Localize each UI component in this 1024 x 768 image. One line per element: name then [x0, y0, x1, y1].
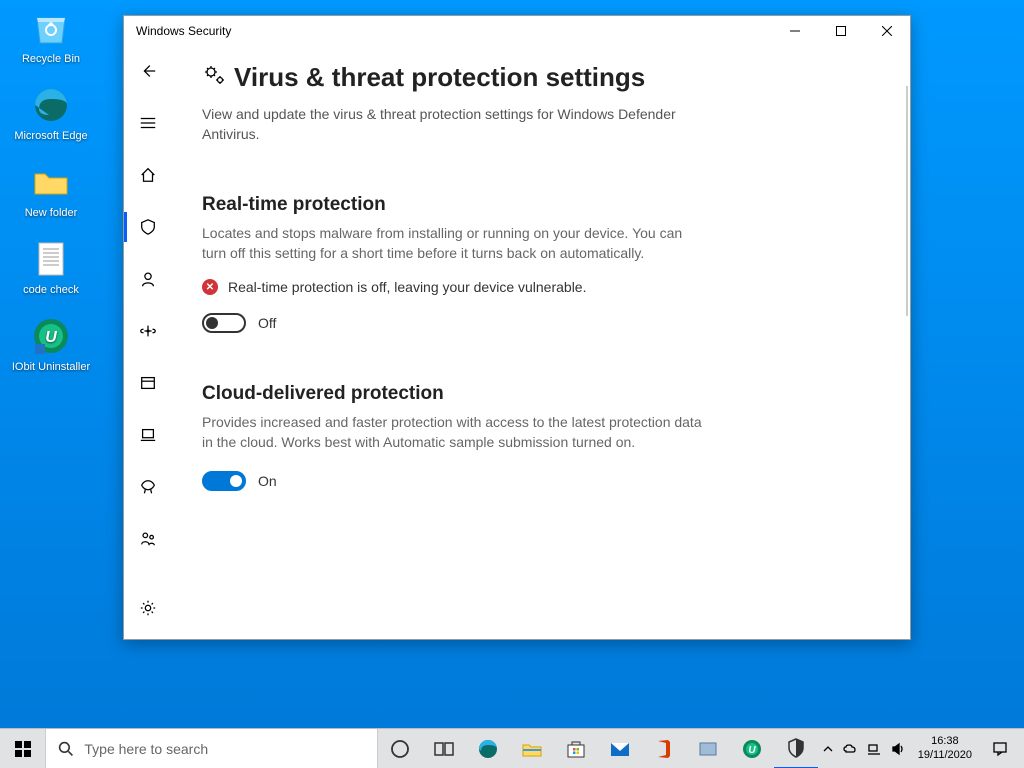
taskbar-store[interactable] — [554, 729, 598, 768]
cloud-toggle[interactable] — [202, 471, 246, 491]
taskbar-clock[interactable]: 16:38 19/11/2020 — [910, 735, 980, 761]
back-button[interactable] — [128, 54, 168, 88]
desktop-recycle-bin[interactable]: Recycle Bin — [6, 6, 96, 65]
minimize-button[interactable] — [772, 16, 818, 46]
recycle-bin-icon — [29, 6, 73, 50]
nav-settings[interactable] — [128, 591, 168, 625]
desktop-edge[interactable]: Microsoft Edge — [6, 83, 96, 142]
section-desc: Locates and stops malware from installin… — [202, 224, 702, 263]
windows-security-window: Windows Security — [123, 15, 911, 640]
nav-virus-protection[interactable] — [128, 210, 168, 244]
nav-home[interactable] — [128, 158, 168, 192]
section-cloud: Cloud-delivered protection Provides incr… — [202, 383, 870, 490]
nav-device-security[interactable] — [128, 418, 168, 452]
error-icon: ✕ — [202, 279, 218, 295]
clock-date: 19/11/2020 — [918, 749, 972, 762]
warning-text: Real-time protection is off, leaving you… — [228, 279, 586, 295]
svg-text:U: U — [45, 329, 57, 346]
taskbar-edge[interactable] — [466, 729, 510, 768]
desktop-icon-label: code check — [23, 284, 79, 296]
taskbar-security[interactable] — [774, 729, 818, 768]
section-title: Cloud-delivered protection — [202, 383, 870, 405]
taskbar-explorer[interactable] — [510, 729, 554, 768]
desktop-icon-label: IObit Uninstaller — [12, 361, 90, 373]
window-title: Windows Security — [136, 24, 231, 38]
taskbar-mail[interactable] — [598, 729, 642, 768]
cortana-button[interactable] — [378, 729, 422, 768]
toggle-state-label: Off — [258, 315, 276, 331]
start-button[interactable] — [0, 729, 45, 768]
titlebar: Windows Security — [124, 16, 910, 46]
svg-text:U: U — [748, 745, 756, 756]
taskbar: Type here to search U 16:38 19/11/2020 — [0, 728, 1024, 768]
taskbar-office[interactable] — [642, 729, 686, 768]
section-title: Real-time protection — [202, 194, 870, 216]
tray-volume[interactable] — [886, 729, 910, 768]
page-subtitle: View and update the virus & threat prote… — [202, 105, 682, 144]
taskbar-app-generic[interactable] — [686, 729, 730, 768]
nav-performance[interactable] — [128, 470, 168, 504]
clock-time: 16:38 — [931, 735, 959, 748]
hamburger-button[interactable] — [128, 106, 168, 140]
action-center-button[interactable] — [980, 729, 1020, 768]
system-tray: 16:38 19/11/2020 — [818, 729, 1024, 768]
folder-icon — [29, 160, 73, 204]
page-title: Virus & threat protection settings — [234, 62, 645, 93]
toggle-state-label: On — [258, 473, 277, 489]
section-realtime: Real-time protection Locates and stops m… — [202, 194, 870, 333]
desktop-icon-label: Microsoft Edge — [14, 130, 87, 142]
realtime-toggle[interactable] — [202, 313, 246, 333]
nav-account[interactable] — [128, 262, 168, 296]
taskbar-iobit[interactable]: U — [730, 729, 774, 768]
desktop-icon-label: Recycle Bin — [22, 53, 80, 65]
close-button[interactable] — [864, 16, 910, 46]
gear-pair-icon — [202, 63, 226, 92]
iobit-icon: U — [29, 314, 73, 358]
section-desc: Provides increased and faster protection… — [202, 413, 702, 452]
nav-firewall[interactable] — [128, 314, 168, 348]
desktop-folder[interactable]: New folder — [6, 160, 96, 219]
tray-network[interactable] — [862, 729, 886, 768]
nav-family[interactable] — [128, 522, 168, 556]
content-area: Virus & threat protection settings View … — [172, 46, 910, 639]
warning-row: ✕ Real-time protection is off, leaving y… — [202, 279, 870, 295]
tray-onedrive[interactable] — [838, 729, 862, 768]
scroll-indicator[interactable] — [906, 86, 908, 316]
document-icon — [29, 237, 73, 281]
task-view-button[interactable] — [422, 729, 466, 768]
nav-app-browser[interactable] — [128, 366, 168, 400]
edge-icon — [29, 83, 73, 127]
maximize-button[interactable] — [818, 16, 864, 46]
search-placeholder: Type here to search — [84, 741, 208, 757]
search-icon — [58, 741, 74, 757]
desktop-icon-label: New folder — [25, 207, 78, 219]
nav-rail — [124, 46, 172, 639]
tray-overflow[interactable] — [818, 729, 838, 768]
desktop-document[interactable]: code check — [6, 237, 96, 296]
taskbar-search[interactable]: Type here to search — [45, 729, 377, 768]
desktop-iobit[interactable]: U IObit Uninstaller — [6, 314, 96, 373]
